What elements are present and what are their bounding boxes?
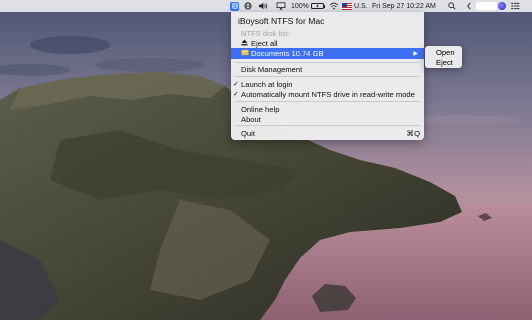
disk-submenu: Open Eject	[425, 46, 462, 68]
clock[interactable]: Fri Sep 27 10:22 AM	[372, 0, 436, 12]
search-icon[interactable]	[448, 0, 456, 12]
disk-item-label: Documents 10.74 GB	[251, 49, 324, 58]
quit-shortcut: ⌘Q	[406, 128, 420, 138]
disk-icon	[241, 49, 249, 58]
menu-title: iBoysoft NTFS for Mac	[231, 14, 424, 27]
submenu-arrow-icon: ▶	[413, 51, 418, 57]
auto-mount-item[interactable]: ✓ Automatically mount NTFS drive in read…	[231, 89, 424, 99]
wifi-icon[interactable]	[329, 0, 339, 12]
checkmark-icon: ✓	[233, 91, 239, 98]
about-item[interactable]: About	[231, 114, 424, 124]
eject-icon	[241, 38, 248, 48]
us-flag-icon	[342, 2, 352, 10]
menu-separator	[235, 125, 420, 126]
battery-percent: 100%	[291, 2, 309, 10]
auto-mount-label: Automatically mount NTFS drive in read-w…	[241, 89, 415, 99]
menu-separator	[235, 76, 420, 77]
battery-status[interactable]: 100%	[291, 0, 326, 12]
online-help-label: Online help	[241, 104, 280, 114]
about-label: About	[241, 114, 261, 124]
clock-text: Fri Sep 27 10:22 AM	[372, 2, 436, 10]
app-title: iBoysoft NTFS for Mac	[238, 15, 325, 26]
globe-icon[interactable]	[244, 0, 252, 12]
menu-separator	[235, 62, 420, 63]
volume-icon[interactable]	[258, 0, 268, 12]
user-menu[interactable]	[476, 0, 497, 12]
disk-management-label: Disk Management	[241, 64, 303, 74]
notification-center-icon[interactable]	[511, 0, 520, 12]
quit-item[interactable]: Quit ⌘Q	[231, 128, 424, 138]
screen-mirroring-icon[interactable]	[276, 0, 286, 12]
launch-at-login-item[interactable]: ✓ Launch at login	[231, 79, 424, 89]
iboysoft-menu-extra[interactable]	[230, 0, 239, 12]
submenu-eject-item[interactable]: Eject	[436, 58, 453, 67]
menu-bar: 100% U.S. Fri Sep 27 10:22 AM	[0, 0, 532, 12]
input-source-label: U.S.	[354, 2, 368, 10]
menu-separator	[235, 101, 420, 102]
eject-all-label: Eject all	[251, 38, 278, 48]
siri-icon[interactable]	[498, 0, 506, 12]
chevron-left-icon[interactable]	[466, 0, 472, 12]
disk-item-documents[interactable]: Documents 10.74 GB ▶	[231, 48, 424, 59]
eject-all-item[interactable]: Eject all	[231, 38, 424, 48]
iboysoft-dropdown-menu: iBoysoft NTFS for Mac NTFS disk list: Ej…	[231, 12, 424, 140]
launch-at-login-label: Launch at login	[241, 79, 293, 89]
iboysoft-app-icon	[230, 1, 239, 11]
online-help-item[interactable]: Online help	[231, 104, 424, 114]
disk-management-item[interactable]: Disk Management	[231, 64, 424, 74]
submenu-open-item[interactable]: Open	[436, 48, 455, 57]
quit-label: Quit	[241, 128, 255, 138]
checkmark-icon: ✓	[233, 81, 239, 88]
battery-icon	[310, 3, 326, 9]
user-name-pill	[476, 2, 497, 10]
input-source-menu[interactable]: U.S.	[342, 0, 368, 12]
disk-list-header: NTFS disk list:	[231, 28, 424, 38]
disk-list-header-label: NTFS disk list:	[241, 28, 290, 38]
